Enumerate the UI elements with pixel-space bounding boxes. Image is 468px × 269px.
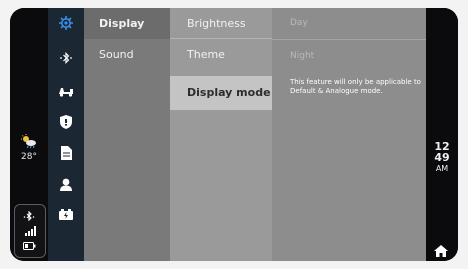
- shield-icon[interactable]: [56, 112, 76, 132]
- clock-ampm: AM: [435, 164, 449, 173]
- clock: 12 49 AM: [426, 141, 458, 174]
- info-note: This feature will only be applicable to …: [290, 78, 421, 95]
- weather-widget: 28°: [16, 134, 42, 162]
- submenu-label: Theme: [187, 48, 225, 61]
- clock-minute: 49: [434, 151, 450, 164]
- right-status-strip: 12 49 AM: [426, 8, 458, 261]
- scooter-icon[interactable]: [56, 81, 76, 101]
- divider: [272, 39, 426, 40]
- submenu-display-mode[interactable]: Display mode: [170, 76, 272, 110]
- left-status-strip: 28°: [10, 8, 48, 261]
- battery-icon: [23, 242, 36, 250]
- profile-icon[interactable]: [56, 174, 76, 194]
- option-day[interactable]: Day: [290, 18, 308, 28]
- category-display[interactable]: Display: [84, 8, 170, 39]
- submenu-brightness[interactable]: Brightness: [170, 8, 272, 39]
- settings-gear-icon[interactable]: [56, 13, 76, 33]
- battery-charge-icon[interactable]: [56, 204, 76, 224]
- icon-nav: [48, 8, 84, 261]
- home-button[interactable]: [434, 242, 448, 261]
- submenu-theme[interactable]: Theme: [170, 39, 272, 70]
- submenu-label: Brightness: [187, 17, 246, 30]
- content-panel: Day Night This feature will only be appl…: [272, 8, 426, 261]
- connectivity-box: [14, 204, 46, 258]
- temperature: 28°: [21, 152, 37, 162]
- signal-icon: [25, 226, 36, 236]
- cloud-sun-icon: [21, 134, 36, 149]
- submenu: Brightness Theme Display mode: [170, 8, 272, 261]
- option-night[interactable]: Night: [290, 51, 314, 61]
- home-icon: [434, 245, 448, 257]
- device-frame: 28° Display Sound Brightness Theme Displ…: [10, 8, 458, 261]
- submenu-label: Display mode: [187, 86, 271, 99]
- category-menu: Display Sound: [84, 8, 170, 261]
- bluetooth-icon[interactable]: [56, 48, 76, 68]
- bluetooth-icon: [23, 211, 35, 222]
- document-icon[interactable]: [56, 143, 76, 163]
- category-sound[interactable]: Sound: [84, 39, 170, 70]
